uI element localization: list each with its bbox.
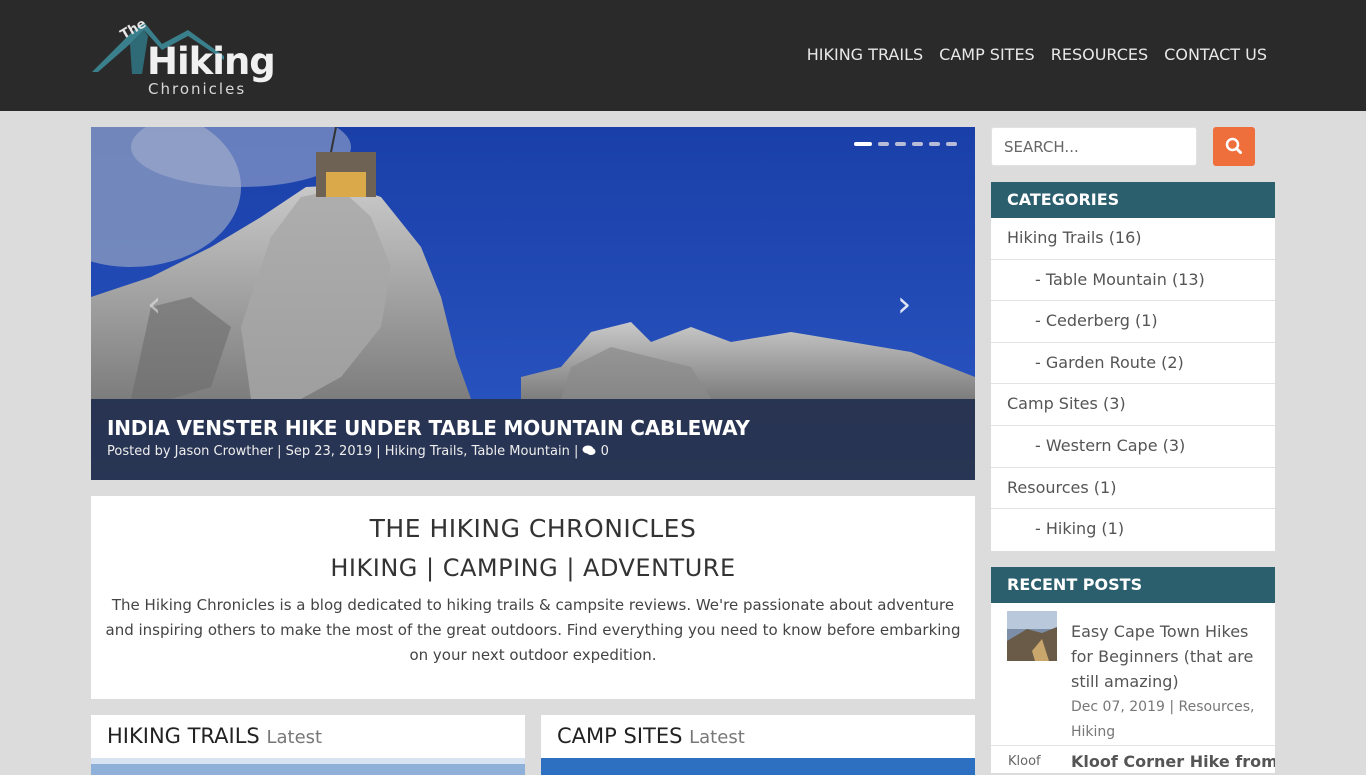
- nav-resources[interactable]: RESOURCES: [1051, 44, 1148, 66]
- section-latest-label: Latest: [266, 727, 323, 748]
- post-thumbnail[interactable]: [541, 758, 975, 775]
- categories-list: Hiking Trails (16) - Table Mountain (13) -…: [991, 218, 1275, 551]
- slider-dot[interactable]: [854, 142, 872, 146]
- section-heading: CAMP SITES Latest: [557, 724, 745, 748]
- slider-dot[interactable]: [878, 142, 889, 146]
- slider-dot[interactable]: [912, 142, 923, 146]
- intro-subtitle: HIKING | CAMPING | ADVENTURE: [330, 554, 736, 582]
- recent-post-title[interactable]: Kloof Corner Hike from: [1071, 752, 1275, 771]
- slide-meta-text: Posted by Jason Crowther | Sep 23, 2019 …: [107, 444, 583, 459]
- category-item[interactable]: Camp Sites (3): [991, 384, 1275, 426]
- site-header: The Hiking Chronicles HIKING TRAILS CAMP…: [0, 0, 1366, 111]
- search-input[interactable]: [991, 127, 1197, 166]
- slider-prev-arrow-icon[interactable]: ‹: [147, 287, 161, 323]
- search-icon: [1225, 137, 1242, 154]
- section-title: CAMP SITES: [557, 724, 683, 748]
- broken-image-icon[interactable]: Kloof: [1007, 753, 1065, 773]
- categories-heading: CATEGORIES: [991, 182, 1275, 218]
- category-item[interactable]: - Cederberg (1): [991, 301, 1275, 343]
- section-heading: HIKING TRAILS Latest: [107, 724, 322, 748]
- comment-icon: [582, 445, 596, 456]
- slider-dots: [854, 142, 957, 146]
- recent-post-thumbnail[interactable]: [1007, 611, 1057, 661]
- nav-camp-sites[interactable]: CAMP SITES: [939, 44, 1035, 66]
- slider-dot[interactable]: [929, 142, 940, 146]
- intro-title: THE HIKING CHRONICLES: [369, 514, 697, 543]
- site-logo[interactable]: The Hiking Chronicles: [92, 14, 282, 100]
- comment-count[interactable]: 0: [601, 444, 609, 459]
- image-alt-text: Kloof: [1008, 754, 1041, 769]
- slider-dot[interactable]: [946, 142, 957, 146]
- logo-chronicles-text: Chronicles: [148, 80, 247, 98]
- nav-hiking-trails[interactable]: HIKING TRAILS: [807, 44, 923, 66]
- slide-title[interactable]: INDIA VENSTER HIKE UNDER TABLE MOUNTAIN …: [107, 416, 750, 440]
- recent-posts-list: Easy Cape Town Hikes for Beginners (that…: [991, 603, 1275, 773]
- recent-post-meta: Dec 07, 2019 | Resources, Hiking: [1071, 699, 1255, 740]
- category-item[interactable]: - Garden Route (2): [991, 343, 1275, 385]
- intro-text: The Hiking Chronicles is a blog dedicate…: [105, 596, 961, 664]
- category-item[interactable]: - Table Mountain (13): [991, 260, 1275, 302]
- recent-posts-heading: RECENT POSTS: [991, 567, 1275, 603]
- section-latest-label: Latest: [689, 727, 745, 748]
- divider: [991, 745, 1275, 746]
- category-item[interactable]: - Hiking (1): [991, 509, 1275, 551]
- slider-dot[interactable]: [895, 142, 906, 146]
- logo-hiking-text: Hiking: [147, 40, 276, 83]
- section-title: HIKING TRAILS: [107, 724, 260, 748]
- category-item[interactable]: Resources (1): [991, 468, 1275, 510]
- slide-caption: INDIA VENSTER HIKE UNDER TABLE MOUNTAIN …: [91, 399, 975, 480]
- slider-next-arrow-icon[interactable]: ›: [897, 287, 911, 323]
- nav-contact-us[interactable]: CONTACT US: [1164, 44, 1267, 66]
- recent-post-title[interactable]: Easy Cape Town Hikes for Beginners (that…: [1071, 619, 1271, 694]
- category-item[interactable]: Hiking Trails (16): [991, 218, 1275, 260]
- slide-meta: Posted by Jason Crowther | Sep 23, 2019 …: [107, 444, 609, 459]
- camp-sites-latest-section: CAMP SITES Latest: [541, 715, 975, 775]
- post-thumbnail[interactable]: [91, 758, 525, 775]
- search-button[interactable]: [1213, 127, 1255, 166]
- main-nav: HIKING TRAILS CAMP SITES RESOURCES CONTA…: [807, 44, 1267, 66]
- hiking-trails-latest-section: HIKING TRAILS Latest: [91, 715, 525, 775]
- category-item[interactable]: - Western Cape (3): [991, 426, 1275, 468]
- intro-box: THE HIKING CHRONICLES HIKING | CAMPING |…: [91, 496, 975, 699]
- featured-slider[interactable]: ‹ › INDIA VENSTER HIKE UNDER TABLE MOUNT…: [91, 127, 975, 480]
